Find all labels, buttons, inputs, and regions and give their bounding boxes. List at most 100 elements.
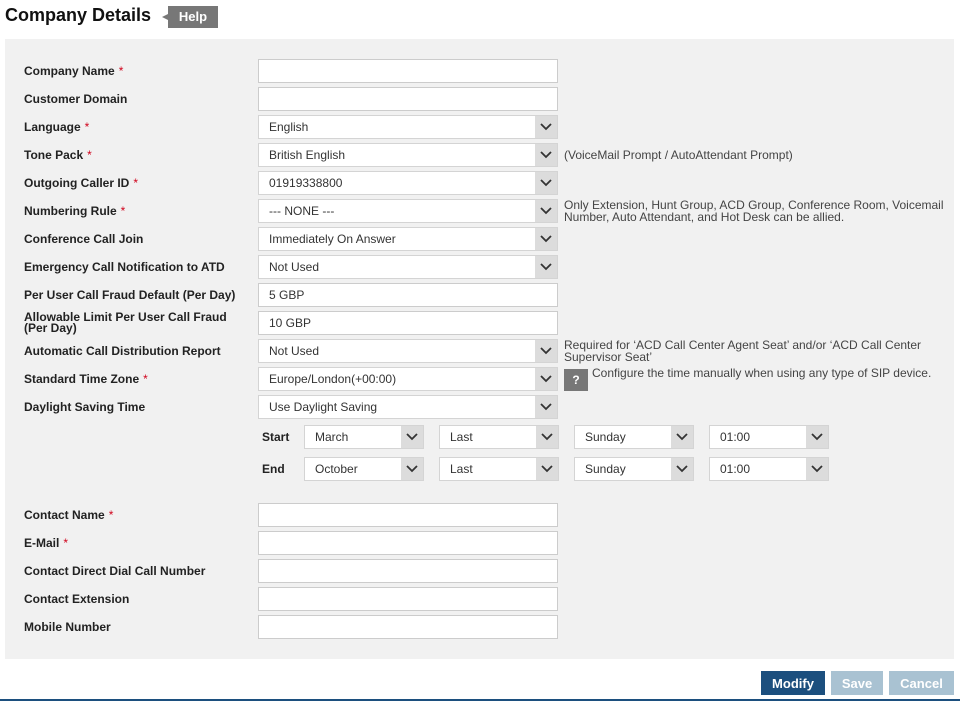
- chevron-down-icon[interactable]: [671, 458, 693, 480]
- chevron-down-icon[interactable]: [535, 228, 557, 250]
- row-acd-report: Automatic Call Distribution Report Not U…: [5, 339, 954, 363]
- chevron-down-icon[interactable]: [401, 458, 423, 480]
- row-contact-extension: Contact Extension: [5, 587, 954, 611]
- contact-extension-input[interactable]: [258, 587, 558, 611]
- numbering-rule-select[interactable]: --- NONE ---: [258, 199, 558, 223]
- chevron-down-icon[interactable]: [536, 426, 558, 448]
- emergency-notification-value: Not Used: [269, 260, 320, 274]
- mobile-number-label: Mobile Number: [24, 619, 111, 634]
- required-mark: *: [133, 175, 139, 190]
- dst-end-time-select[interactable]: 01:00: [709, 457, 829, 481]
- contact-ddi-label: Contact Direct Dial Call Number: [24, 563, 206, 578]
- page-title: Company Details: [5, 5, 152, 25]
- chevron-down-icon[interactable]: [535, 200, 557, 222]
- language-label-text: Language: [24, 119, 81, 134]
- conference-call-join-select[interactable]: Immediately On Answer: [258, 227, 558, 251]
- conference-call-join-label: Conference Call Join: [24, 231, 144, 246]
- modify-button[interactable]: Modify: [761, 671, 825, 695]
- chevron-down-icon[interactable]: [535, 256, 557, 278]
- chevron-down-icon[interactable]: [401, 426, 423, 448]
- row-emergency-notification: Emergency Call Notification to ATD Not U…: [5, 255, 954, 279]
- emergency-notification-select[interactable]: Not Used: [258, 255, 558, 279]
- company-name-label-text: Company Name: [24, 63, 115, 78]
- dst-end-time: 01:00: [720, 462, 751, 476]
- emergency-notification-label: Emergency Call Notification to ATD: [24, 259, 225, 274]
- cancel-button[interactable]: Cancel: [889, 671, 954, 695]
- outgoing-caller-id-label: Outgoing Caller ID *: [24, 171, 254, 195]
- time-zone-select[interactable]: Europe/London(+00:00): [258, 367, 558, 391]
- row-fraud-limit: Allowable Limit Per User Call Fraud (Per…: [5, 311, 954, 335]
- tone-pack-select[interactable]: British English: [258, 143, 558, 167]
- required-mark: *: [143, 371, 148, 386]
- customer-domain-input[interactable]: [258, 87, 558, 111]
- row-daylight-saving: Daylight Saving Time Use Daylight Saving: [5, 395, 954, 419]
- row-mobile-number: Mobile Number: [5, 615, 954, 639]
- contact-name-label-text: Contact Name: [24, 507, 105, 522]
- dst-end-week-select[interactable]: Last: [439, 457, 559, 481]
- chevron-down-icon[interactable]: [806, 458, 828, 480]
- fraud-limit-input[interactable]: 10 GBP: [258, 311, 558, 335]
- language-select[interactable]: English: [258, 115, 558, 139]
- dst-end-month: October: [315, 462, 358, 476]
- dst-start-month-select[interactable]: March: [304, 425, 424, 449]
- required-mark: *: [63, 535, 69, 550]
- row-dst-end: End October Last Sunday 01:00: [5, 457, 954, 481]
- help-button[interactable]: Help: [162, 6, 218, 28]
- language-label: Language *: [24, 115, 254, 139]
- chevron-down-icon[interactable]: [671, 426, 693, 448]
- dst-end-month-select[interactable]: October: [304, 457, 424, 481]
- row-dst-start: Start March Last Sunday 01:00: [5, 425, 954, 449]
- dst-start-time-select[interactable]: 01:00: [709, 425, 829, 449]
- fraud-limit-label: Allowable Limit Per User Call Fraud (Per…: [24, 310, 227, 335]
- row-email: E-Mail *: [5, 531, 954, 555]
- tone-pack-label-text: Tone Pack: [24, 147, 84, 162]
- conference-call-join-value: Immediately On Answer: [269, 232, 396, 246]
- row-contact-ddi: Contact Direct Dial Call Number: [5, 559, 954, 583]
- mobile-number-input[interactable]: [258, 615, 558, 639]
- email-input[interactable]: [258, 531, 558, 555]
- dst-start-day-select[interactable]: Sunday: [574, 425, 694, 449]
- company-name-label: Company Name *: [24, 59, 254, 83]
- numbering-rule-value: --- NONE ---: [269, 204, 335, 218]
- contact-name-input[interactable]: [258, 503, 558, 527]
- contact-extension-label: Contact Extension: [24, 591, 130, 606]
- required-mark: *: [120, 203, 126, 218]
- chevron-down-icon[interactable]: [535, 368, 557, 390]
- chevron-down-icon[interactable]: [535, 144, 557, 166]
- save-button[interactable]: Save: [831, 671, 883, 695]
- question-icon[interactable]: ?: [564, 369, 588, 391]
- row-tone-pack: Tone Pack * British English (VoiceMail Pr…: [5, 143, 954, 167]
- company-name-input[interactable]: [258, 59, 558, 83]
- contact-name-label: Contact Name *: [24, 503, 254, 527]
- acd-report-label: Automatic Call Distribution Report: [24, 343, 221, 358]
- row-fraud-default: Per User Call Fraud Default (Per Day) 5 …: [5, 283, 954, 307]
- email-label-text: E-Mail: [24, 535, 60, 550]
- tone-pack-label: Tone Pack *: [24, 143, 254, 167]
- row-numbering-rule: Numbering Rule * --- NONE --- Only Extens…: [5, 199, 954, 223]
- chevron-down-icon[interactable]: [536, 458, 558, 480]
- chevron-down-icon[interactable]: [535, 172, 557, 194]
- outgoing-caller-id-select[interactable]: 01919338800: [258, 171, 558, 195]
- acd-report-note: Required for ‘ACD Call Center Agent Seat…: [564, 338, 922, 364]
- dst-start-week: Last: [450, 430, 473, 444]
- dst-end-day-select[interactable]: Sunday: [574, 457, 694, 481]
- outgoing-caller-id-label-text: Outgoing Caller ID: [24, 175, 130, 190]
- language-value: English: [269, 120, 309, 134]
- chevron-down-icon[interactable]: [806, 426, 828, 448]
- chevron-down-icon[interactable]: [535, 116, 557, 138]
- tone-pack-note: (VoiceMail Prompt / AutoAttendant Prompt…: [564, 148, 793, 162]
- fraud-default-input[interactable]: 5 GBP: [258, 283, 558, 307]
- time-zone-note: Configure the time manually when using a…: [592, 366, 932, 380]
- row-time-zone: Standard Time Zone * Europe/London(+00:00…: [5, 367, 954, 391]
- contact-ddi-input[interactable]: [258, 559, 558, 583]
- dst-end-day: Sunday: [585, 462, 626, 476]
- dst-start-week-select[interactable]: Last: [439, 425, 559, 449]
- acd-report-select[interactable]: Not Used: [258, 339, 558, 363]
- dst-start-label: Start: [262, 430, 290, 444]
- chevron-down-icon[interactable]: [535, 396, 557, 418]
- row-outgoing-caller-id: Outgoing Caller ID * 01919338800: [5, 171, 954, 195]
- dst-start-day: Sunday: [585, 430, 626, 444]
- time-zone-value: Europe/London(+00:00): [269, 372, 397, 386]
- daylight-saving-select[interactable]: Use Daylight Saving: [258, 395, 558, 419]
- chevron-down-icon[interactable]: [535, 340, 557, 362]
